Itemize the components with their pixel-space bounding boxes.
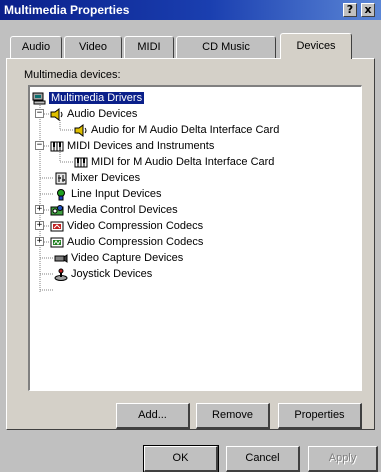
audio-codec-icon [50, 236, 64, 249]
tree-item-mixer-devices[interactable]: Mixer Devices [54, 170, 140, 186]
tree-item-label: Line Input Devices [71, 188, 162, 200]
media-control-icon [50, 204, 64, 217]
tree-item-audio-devices[interactable]: Audio Devices [50, 106, 137, 122]
midi-keyboard-icon [50, 140, 64, 153]
tree-item-label: Media Control Devices [67, 204, 178, 216]
tree-item-label: Mixer Devices [71, 172, 141, 184]
tree-item-label: Joystick Devices [71, 268, 153, 280]
tree-item-label: Multimedia Drivers [49, 92, 145, 104]
tree-item-audio-card[interactable]: Audio for M Audio Delta Interface Card [74, 122, 279, 138]
remove-button[interactable]: Remove [196, 403, 270, 429]
tree-item-video-capture-devices[interactable]: Video Capture Devices [54, 250, 183, 266]
multimedia-devices-label: Multimedia devices: [24, 69, 121, 81]
tab-devices[interactable]: Devices [280, 33, 352, 59]
tree-item-label: Video Capture Devices [71, 252, 184, 264]
tab-midi[interactable]: MIDI [124, 36, 174, 58]
cancel-button[interactable]: Cancel [226, 446, 300, 472]
expand-icon[interactable]: + [35, 205, 44, 214]
tree-item-audio-compression-codecs[interactable]: Audio Compression Codecs [50, 234, 203, 250]
speaker-icon [50, 107, 64, 121]
video-camera-icon [54, 252, 68, 265]
expand-icon[interactable]: + [35, 237, 44, 246]
tree-item-label: Audio Devices [67, 108, 138, 120]
collapse-icon[interactable]: − [35, 109, 44, 118]
tree-item-label: Audio for M Audio Delta Interface Card [91, 124, 280, 136]
mixer-icon [54, 172, 68, 185]
tab-video[interactable]: Video [64, 36, 122, 58]
tree-item-joystick-devices[interactable]: Joystick Devices [54, 266, 152, 282]
tab-audio[interactable]: Audio [10, 36, 62, 58]
expand-icon[interactable]: + [35, 221, 44, 230]
tree-item-video-compression-codecs[interactable]: Video Compression Codecs [50, 218, 203, 234]
tree-item-label: Video Compression Codecs [67, 220, 204, 232]
tree-item-label: MIDI Devices and Instruments [67, 140, 215, 152]
tree-item-media-control-devices[interactable]: Media Control Devices [50, 202, 178, 218]
ok-button[interactable]: OK [143, 445, 219, 472]
speaker-icon [74, 123, 88, 137]
tree-item-label: MIDI for M Audio Delta Interface Card [91, 156, 275, 168]
window-title: Multimedia Properties [4, 3, 130, 17]
midi-keyboard-icon [74, 156, 88, 169]
close-button[interactable]: x [361, 3, 375, 17]
devices-tree[interactable]: − − + + + Multimedia Drivers Audio Devic… [28, 85, 362, 391]
joystick-icon [54, 268, 68, 281]
help-button[interactable]: ? [343, 3, 357, 17]
collapse-icon[interactable]: − [35, 141, 44, 150]
computer-icon [32, 92, 46, 105]
apply-button[interactable]: Apply [308, 446, 378, 472]
tree-item-midi-devices[interactable]: MIDI Devices and Instruments [50, 138, 214, 154]
video-codec-icon [50, 220, 64, 233]
properties-button[interactable]: Properties [278, 403, 362, 429]
add-button[interactable]: Add... [116, 403, 190, 429]
tab-cd-music[interactable]: CD Music [176, 36, 276, 58]
tree-item-midi-card[interactable]: MIDI for M Audio Delta Interface Card [74, 154, 274, 170]
tree-item-multimedia-drivers[interactable]: Multimedia Drivers [32, 90, 145, 106]
line-input-icon [54, 188, 68, 201]
tree-item-line-input-devices[interactable]: Line Input Devices [54, 186, 162, 202]
title-bar[interactable]: Multimedia Properties ? x [0, 0, 381, 20]
tree-item-label: Audio Compression Codecs [67, 236, 204, 248]
